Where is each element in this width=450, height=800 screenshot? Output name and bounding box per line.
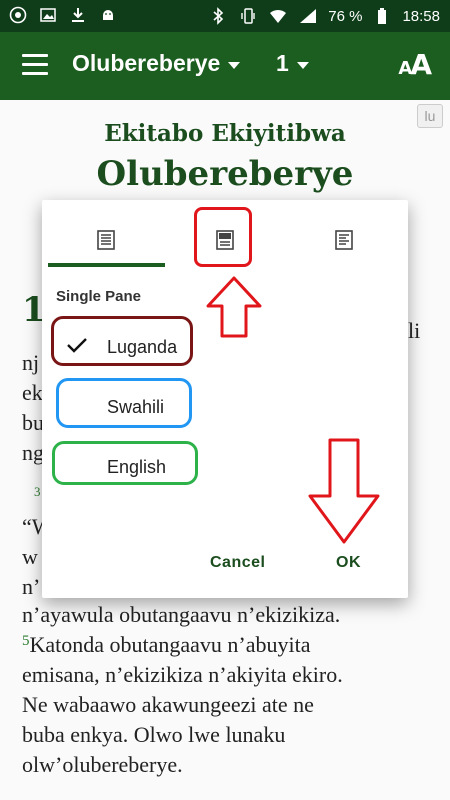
verse-number: 3 <box>34 484 41 499</box>
ok-button[interactable]: OK <box>336 554 361 572</box>
section-label: Single Pane <box>56 288 142 305</box>
verse-number: 5 <box>22 633 30 649</box>
chevron-down-icon <box>228 61 241 69</box>
tab-parallel-pane[interactable] <box>284 210 404 270</box>
text-fragment: nj <box>22 350 40 375</box>
up-arrow-icon <box>206 276 262 338</box>
text-fragment: bu <box>22 410 44 435</box>
chapter-selector[interactable]: 1 <box>276 50 309 77</box>
book-name: Olubereberye <box>72 50 221 76</box>
text-line: buba enkya. Olwo lwe lunaku <box>22 722 286 747</box>
signal-icon <box>298 6 318 26</box>
text-fragment: n’ <box>22 574 41 599</box>
chapter-text: n’ayawula obutangaavu n’ekizikiza. 5Kato… <box>22 600 442 780</box>
highlight-box-split-tab <box>194 207 252 267</box>
chevron-down-icon <box>296 61 309 69</box>
status-right: 76 % 18:58 <box>208 6 440 26</box>
font-size-small-letter: A <box>398 58 412 79</box>
android-icon <box>98 5 118 25</box>
text-line: 5Katonda obutangaavu n’abuyita <box>22 630 442 660</box>
text-line: olw’olubereberye. <box>22 752 183 777</box>
battery-percent: 76 % <box>328 7 363 25</box>
selected-tab-indicator <box>48 263 165 267</box>
verse-text: Katonda obutangaavu n’abuyita <box>29 632 311 657</box>
battery-icon <box>372 6 392 26</box>
text-line: emisana, n’ekizikiza n’akiyita ekiro. <box>22 662 343 687</box>
app-bar: Olubereberye 1 AA <box>0 32 450 100</box>
download-icon <box>68 5 88 25</box>
highlight-box-english <box>52 441 198 485</box>
text-line: n’ayawula obutangaavu n’ekizikiza. <box>22 602 341 627</box>
single-pane-icon <box>97 230 115 250</box>
chapter-number: 1 <box>276 50 289 76</box>
wifi-icon <box>268 6 288 26</box>
parallel-pane-icon <box>335 230 353 250</box>
text-fragment: ng <box>22 440 44 465</box>
menu-icon[interactable] <box>22 54 48 76</box>
font-size-button[interactable]: AA <box>398 48 432 81</box>
book-subtitle: Ekitabo Ekiyitibwa <box>104 120 346 147</box>
text-fragment: li <box>408 318 421 343</box>
text-line: Ne wabaawo akawungeezi ate ne <box>22 692 314 717</box>
book-title: Olubereberye <box>96 154 354 194</box>
tab-single-pane[interactable] <box>46 210 166 270</box>
highlight-box-swahili <box>56 378 192 428</box>
highlight-box-luganda <box>51 316 193 366</box>
status-bar: 76 % 18:58 <box>0 0 450 32</box>
cancel-button[interactable]: Cancel <box>210 554 265 572</box>
text-fragment: ek <box>22 380 43 405</box>
clock: 18:58 <box>402 7 440 25</box>
down-arrow-icon <box>308 438 380 544</box>
font-size-large-letter: A <box>410 48 432 81</box>
status-left-icons <box>8 5 118 25</box>
book-selector[interactable]: Olubereberye <box>72 50 241 77</box>
bluetooth-icon <box>208 6 228 26</box>
app-icon <box>8 5 28 25</box>
vibrate-icon <box>238 6 258 26</box>
image-icon <box>38 5 58 25</box>
text-fragment: w <box>22 544 38 569</box>
